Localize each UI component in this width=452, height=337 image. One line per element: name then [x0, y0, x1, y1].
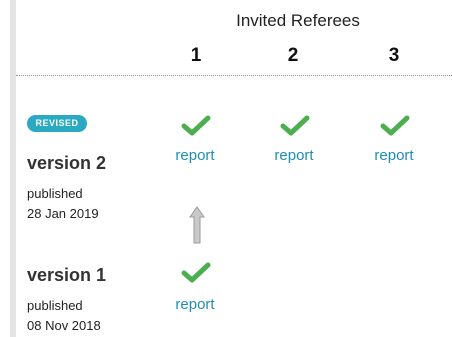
version-2-date: 28 Jan 2019	[27, 206, 99, 221]
referees-title: Invited Referees	[236, 11, 360, 30]
report-link-v1-referee-1[interactable]: report	[165, 296, 225, 313]
referee-column-3: 3	[388, 45, 400, 66]
version-1-published-label: published	[27, 298, 83, 313]
revised-badge: REVISED	[27, 115, 87, 132]
report-link-v2-referee-2[interactable]: report	[264, 147, 324, 164]
check-icon	[280, 115, 310, 136]
version-1-date: 08 Nov 2018	[27, 318, 101, 333]
check-icon	[181, 262, 211, 283]
check-icon	[181, 115, 211, 136]
referee-status-panel: Invited Referees 1 2 3 REVISED report re…	[0, 0, 452, 337]
left-rail	[10, 0, 16, 337]
version-1-label[interactable]: version 1	[27, 265, 106, 286]
header-divider	[16, 75, 452, 76]
referees-header: Invited Referees	[0, 11, 452, 31]
report-link-v2-referee-3[interactable]: report	[364, 147, 424, 164]
referee-column-1: 1	[190, 45, 202, 66]
referee-column-2: 2	[287, 45, 299, 66]
version-2-label[interactable]: version 2	[27, 153, 106, 174]
report-link-v2-referee-1[interactable]: report	[165, 147, 225, 164]
up-arrow-icon	[189, 206, 205, 244]
check-icon	[380, 115, 410, 136]
version-2-published-label: published	[27, 186, 83, 201]
